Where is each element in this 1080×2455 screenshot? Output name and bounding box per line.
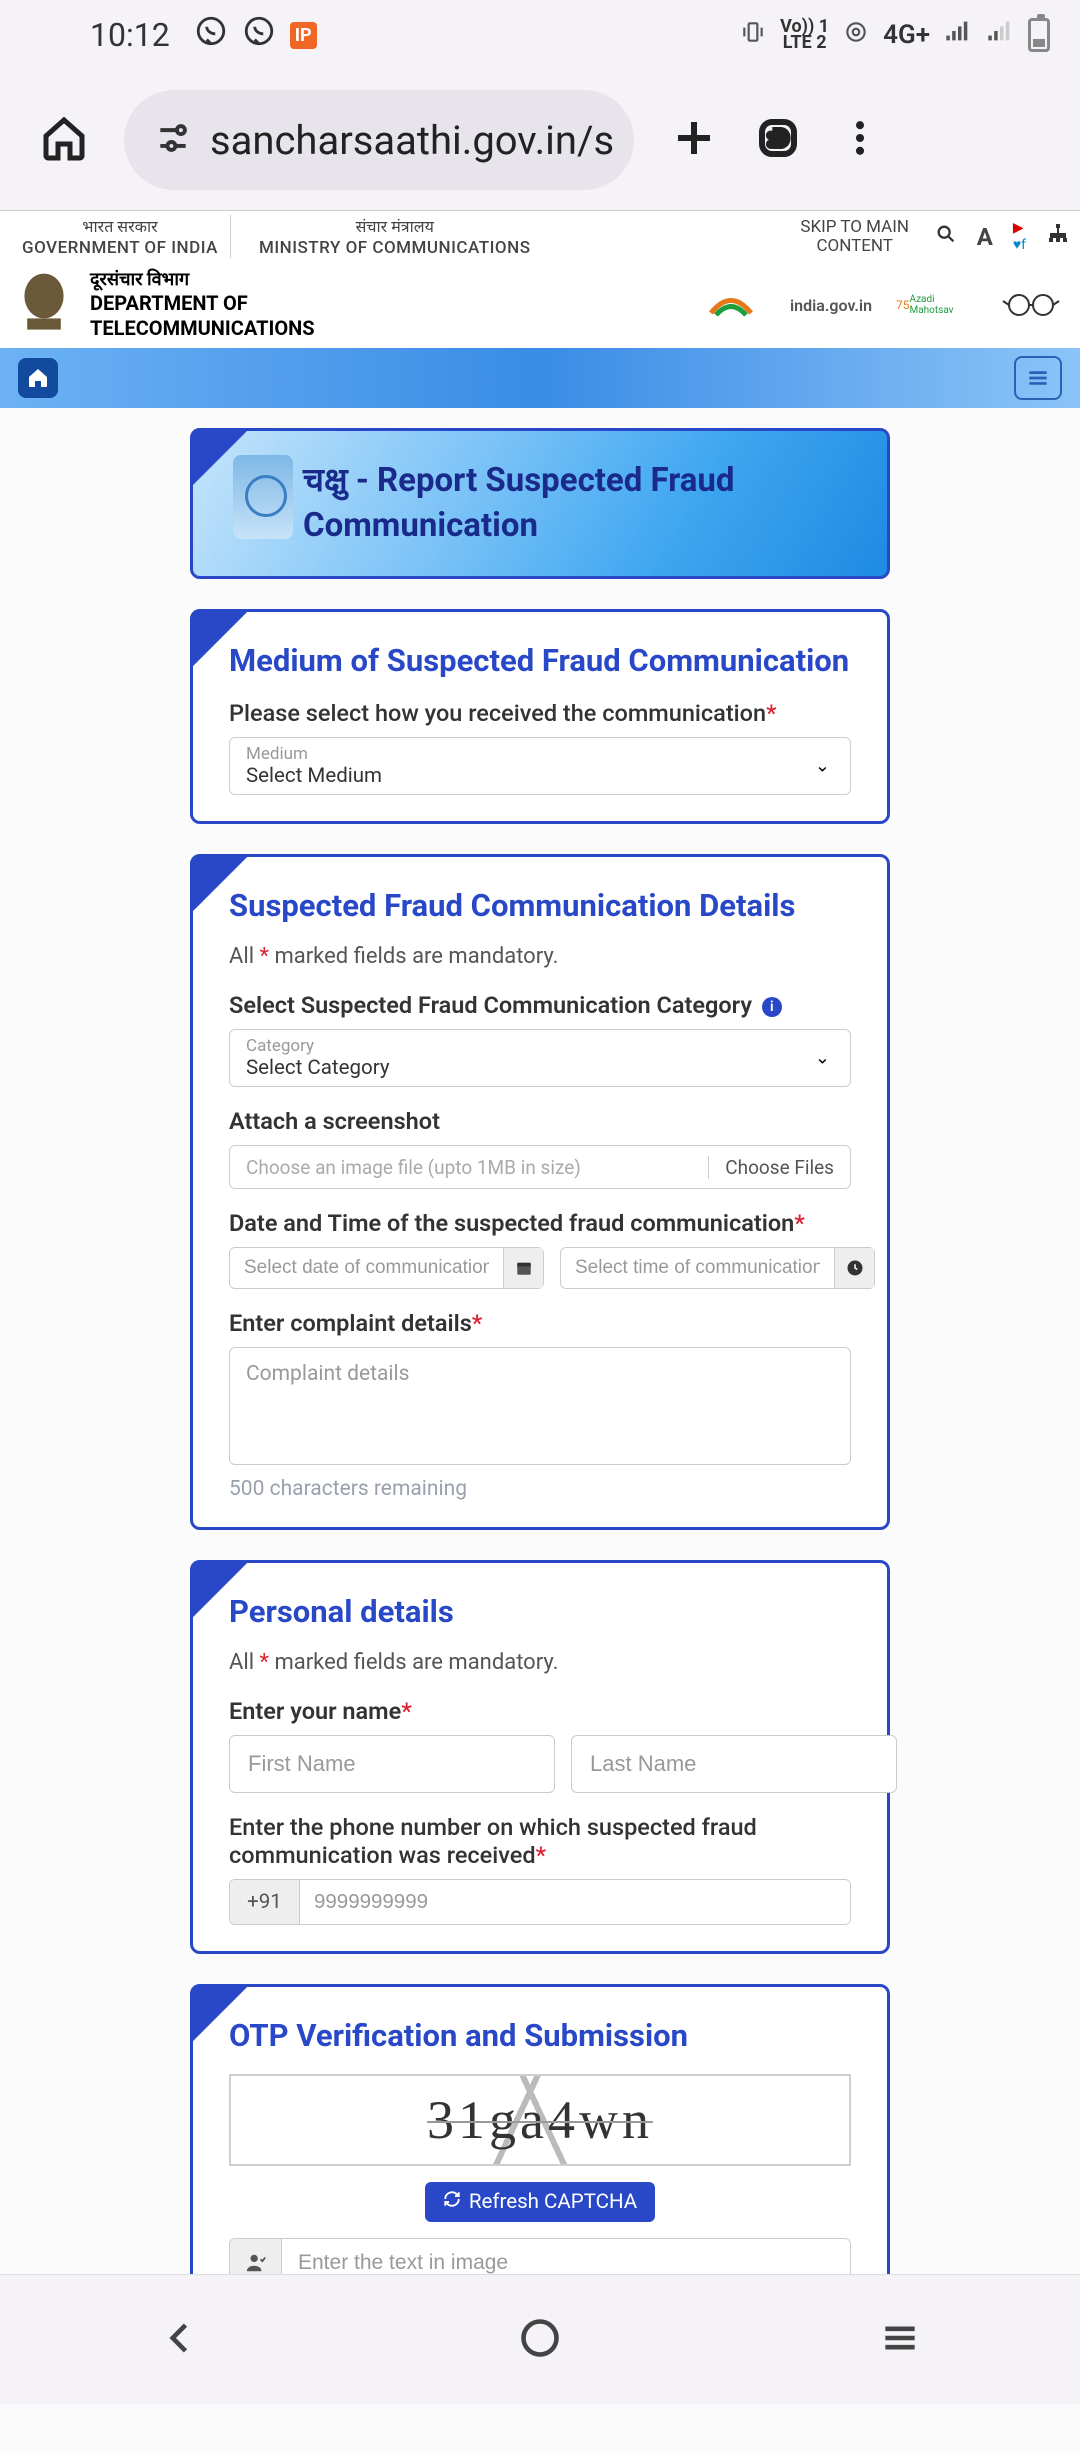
phone-illustration-icon bbox=[233, 455, 293, 539]
complaint-details-input[interactable] bbox=[229, 1347, 851, 1465]
azadi-logo-icon: 75Azadi Mahotsav bbox=[896, 280, 966, 330]
category-select[interactable]: Category Select Category ⌄ bbox=[229, 1029, 851, 1087]
vibrate-icon bbox=[740, 18, 766, 53]
refresh-captcha-button[interactable]: Refresh CAPTCHA bbox=[425, 2182, 655, 2222]
mandatory-note: All * marked fields are mandatory. bbox=[229, 944, 851, 969]
new-tab-icon[interactable] bbox=[670, 114, 718, 166]
personal-details-card: Personal details All * marked fields are… bbox=[190, 1560, 890, 1954]
captcha-image: 31ga4wn bbox=[229, 2074, 851, 2166]
department-title: दूरसंचार विभाग DEPARTMENT OF TELECOMMUNI… bbox=[90, 269, 315, 342]
battery-icon bbox=[1028, 18, 1050, 52]
network-type: 4G+ bbox=[883, 20, 930, 50]
home-icon[interactable] bbox=[40, 114, 88, 166]
skip-to-content-link[interactable]: SKIP TO MAIN CONTENT bbox=[795, 218, 915, 255]
complaint-details-label: Enter complaint details* bbox=[229, 1309, 851, 1337]
glasses-logo-icon bbox=[996, 280, 1066, 330]
section-title: Medium of Suspected Fraud Communication bbox=[229, 642, 851, 679]
file-input[interactable]: Choose an image file (upto 1MB in size) … bbox=[229, 1145, 851, 1189]
info-icon[interactable]: i bbox=[762, 997, 782, 1017]
date-input[interactable] bbox=[229, 1247, 544, 1289]
recents-icon[interactable] bbox=[878, 2316, 922, 2364]
section-title: Suspected Fraud Communication Details bbox=[229, 887, 851, 924]
ministry-label: संचार मंत्रालय MINISTRY OF COMMUNICATION… bbox=[247, 215, 543, 258]
sitemap-icon[interactable] bbox=[1046, 222, 1070, 251]
whatsapp-icon bbox=[242, 14, 276, 56]
signal-icon bbox=[944, 17, 972, 53]
hamburger-icon[interactable] bbox=[1014, 356, 1062, 400]
swachh-logo-icon bbox=[696, 280, 766, 330]
home-nav-icon[interactable] bbox=[518, 2316, 562, 2364]
national-emblem-icon bbox=[14, 268, 74, 342]
font-size-icon[interactable]: A bbox=[977, 223, 993, 251]
department-bar: दूरसंचार विभाग DEPARTMENT OF TELECOMMUNI… bbox=[0, 262, 1080, 348]
page-title: चक्षु - Report Suspected Fraud Communica… bbox=[303, 459, 859, 548]
choose-files-button[interactable]: Choose Files bbox=[708, 1156, 834, 1179]
menu-icon[interactable] bbox=[838, 116, 882, 164]
last-name-input[interactable] bbox=[571, 1735, 897, 1793]
url-bar[interactable]: sancharsaathi.gov.in/s bbox=[124, 90, 634, 190]
calendar-icon[interactable] bbox=[503, 1248, 543, 1288]
phone-input[interactable] bbox=[300, 1880, 850, 1924]
clock: 10:12 bbox=[90, 16, 170, 54]
india-gov-logo[interactable]: india.gov.in bbox=[796, 280, 866, 330]
android-nav-bar bbox=[0, 2274, 1080, 2404]
screenshot-label: Attach a screenshot bbox=[229, 1107, 851, 1135]
mandatory-note: All * marked fields are mandatory. bbox=[229, 1650, 851, 1675]
whatsapp-icon bbox=[194, 14, 228, 56]
section-title: OTP Verification and Submission bbox=[229, 2017, 851, 2054]
section-title: Personal details bbox=[229, 1593, 851, 1630]
status-bar: 10:12 IP Vo)) 1 LTE 2 4G+ bbox=[0, 0, 1080, 70]
medium-label: Please select how you received the commu… bbox=[229, 699, 851, 727]
volte-indicator: Vo)) 1 LTE 2 bbox=[780, 19, 829, 51]
phone-input-group[interactable]: +91 bbox=[229, 1879, 851, 1925]
blue-nav-bar bbox=[0, 348, 1080, 408]
site-settings-icon[interactable] bbox=[154, 119, 192, 161]
social-icons[interactable]: ▶♥f bbox=[1013, 220, 1026, 253]
signal-icon-2 bbox=[986, 17, 1014, 53]
country-code: +91 bbox=[230, 1880, 300, 1924]
svg-text::D: :D bbox=[768, 127, 789, 152]
app-icon: IP bbox=[290, 22, 317, 49]
medium-select[interactable]: Medium Select Medium ⌄ bbox=[229, 737, 851, 795]
chevron-down-icon: ⌄ bbox=[815, 1048, 830, 1069]
time-input[interactable] bbox=[560, 1247, 875, 1289]
url-text: sancharsaathi.gov.in/s bbox=[210, 117, 614, 164]
nav-home-icon[interactable] bbox=[18, 358, 58, 398]
page-header-card: चक्षु - Report Suspected Fraud Communica… bbox=[190, 428, 890, 579]
phone-label: Enter the phone number on which suspecte… bbox=[229, 1813, 851, 1869]
first-name-input[interactable] bbox=[229, 1735, 555, 1793]
chevron-down-icon: ⌄ bbox=[815, 756, 830, 777]
category-label: Select Suspected Fraud Communication Cat… bbox=[229, 991, 851, 1019]
search-icon[interactable] bbox=[935, 223, 957, 251]
datetime-label: Date and Time of the suspected fraud com… bbox=[229, 1209, 851, 1237]
back-icon[interactable] bbox=[158, 2316, 202, 2364]
clock-icon[interactable] bbox=[834, 1248, 874, 1288]
browser-toolbar: sancharsaathi.gov.in/s :D bbox=[0, 70, 1080, 210]
tabs-button[interactable]: :D bbox=[754, 114, 802, 166]
hotspot-icon bbox=[843, 18, 869, 53]
medium-card: Medium of Suspected Fraud Communication … bbox=[190, 609, 890, 824]
char-count: 500 characters remaining bbox=[229, 1477, 851, 1501]
details-card: Suspected Fraud Communication Details Al… bbox=[190, 854, 890, 1530]
refresh-icon bbox=[443, 2190, 461, 2214]
gov-top-bar: भारत सरकार GOVERNMENT OF INDIA संचार मंत… bbox=[0, 210, 1080, 262]
gov-india-label: भारत सरकार GOVERNMENT OF INDIA bbox=[10, 215, 231, 258]
name-label: Enter your name* bbox=[229, 1697, 851, 1725]
